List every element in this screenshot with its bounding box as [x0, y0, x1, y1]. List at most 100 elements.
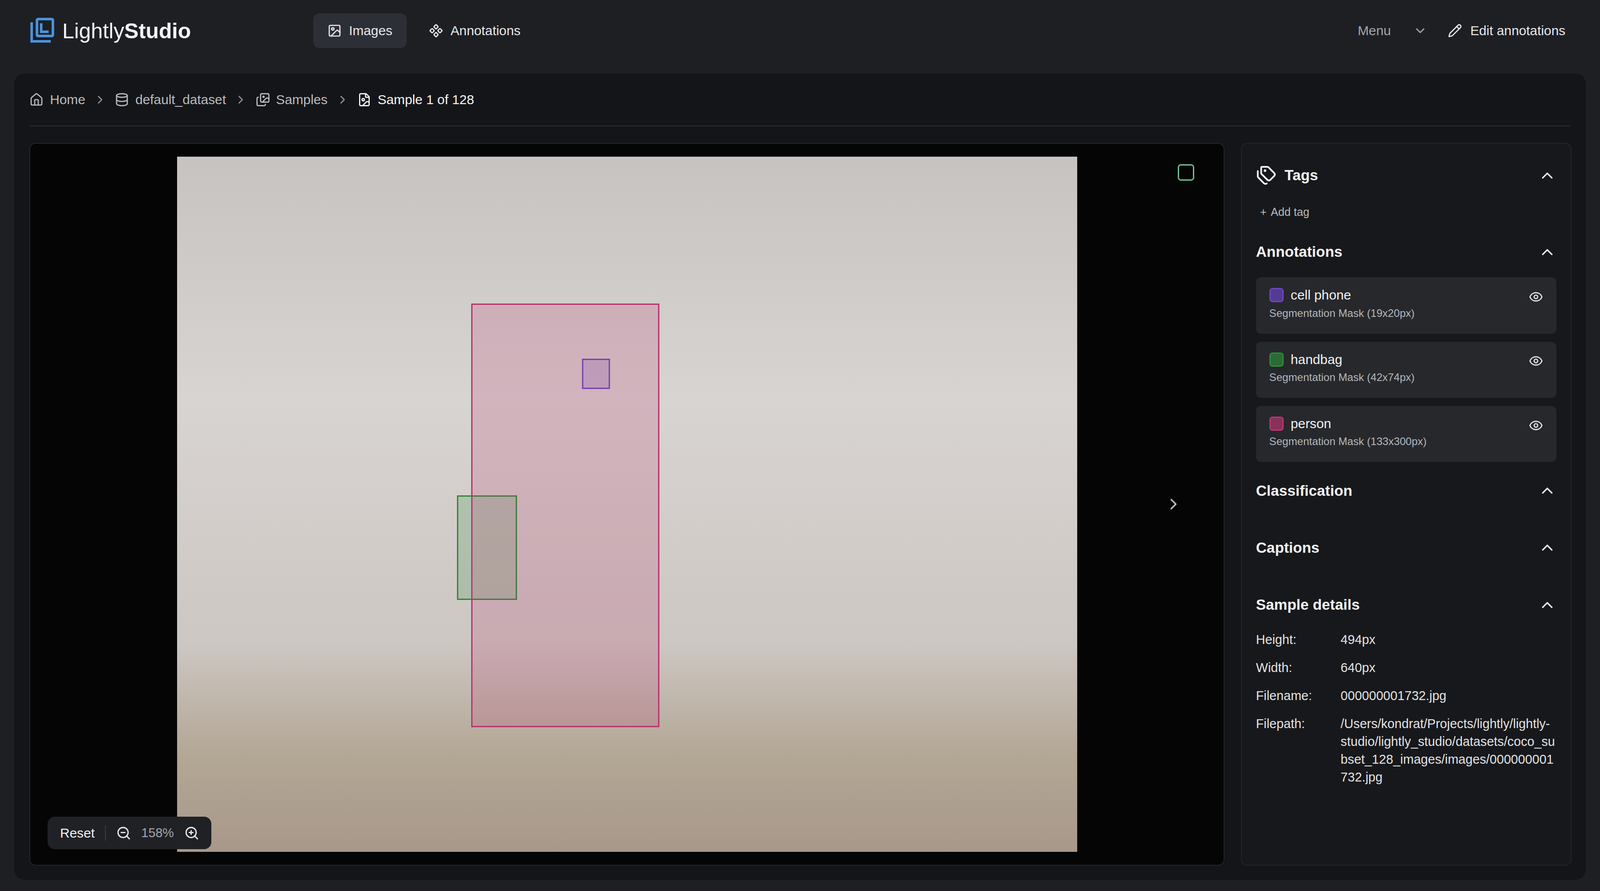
detail-label: Filepath:: [1256, 714, 1341, 786]
annotation-subtitle: Segmentation Mask (42x74px): [1269, 371, 1521, 384]
zoom-in-icon: [184, 825, 200, 841]
chevron-right-icon: [335, 92, 350, 107]
app: LightlyStudio Images Annotations Menu Edit a…: [0, 0, 1600, 891]
annotation-box[interactable]: [471, 303, 660, 728]
reset-button[interactable]: Reset: [60, 825, 106, 841]
breadcrumb-label: Home: [49, 92, 85, 108]
breadcrumb-item: Sample 1 of 128: [357, 92, 475, 108]
top-bar: LightlyStudio Images Annotations Menu Edit a…: [0, 0, 1600, 62]
annotation-title-row: cell phone: [1269, 287, 1521, 303]
breadcrumb-item[interactable]: Samples: [255, 92, 328, 108]
edit-annotations-label: Edit annotations: [1470, 23, 1566, 39]
annotation-title-row: handbag: [1269, 351, 1521, 368]
visibility-toggle[interactable]: [1528, 416, 1544, 433]
nav-tab-label: Annotations: [450, 23, 521, 39]
chevron-up-icon: [1538, 538, 1557, 557]
annotation-swatch: [1269, 416, 1284, 431]
edit-annotations-button[interactable]: Edit annotations: [1437, 16, 1576, 45]
detail-label: Filename:: [1256, 686, 1341, 705]
image-viewer[interactable]: Reset 158%: [29, 142, 1225, 866]
detail-value: 000000001732.jpg: [1340, 686, 1557, 705]
breadcrumb: Home default_dataset Samples Sample 1 of 12…: [29, 73, 1571, 127]
detail-label: Height:: [1256, 630, 1341, 649]
main-nav: Images Annotations: [313, 13, 535, 49]
detail-value: 640px: [1340, 658, 1557, 677]
content: Reset 158% Tags +Add tag Annotations cell pho…: [14, 126, 1586, 880]
breadcrumb-icon: [357, 92, 372, 107]
sample-details-section: Sample detailsHeight:494pxWidth:640pxFil…: [1256, 592, 1557, 786]
nav-tab[interactable]: Annotations: [414, 13, 535, 49]
annotation-swatch: [1269, 287, 1284, 303]
select-checkbox[interactable]: [1177, 164, 1195, 181]
detail-value: /Users/kondrat/Projects/lightly/lightly-…: [1340, 714, 1557, 786]
breadcrumb-icon: [255, 92, 271, 107]
annotation-card[interactable]: person Segmentation Mask (133x300px): [1256, 405, 1557, 462]
annotation-label: handbag: [1290, 351, 1343, 368]
sample-details-section-header[interactable]: Sample details: [1256, 592, 1557, 618]
chevron-up-icon: [1538, 166, 1557, 185]
logo-text-bold: Studio: [124, 18, 191, 43]
classification-section: Classification: [1256, 478, 1557, 520]
annotation-title-row: person: [1269, 416, 1521, 432]
chevron-down-icon: [1413, 23, 1428, 38]
section-title: Tags: [1284, 166, 1530, 184]
annotation-label: person: [1290, 416, 1332, 432]
annotation-body: handbag Segmentation Mask (42x74px): [1269, 351, 1521, 384]
tags-section-header[interactable]: Tags: [1256, 163, 1557, 188]
tags-section: Tags +Add tag: [1256, 163, 1557, 224]
annotations-section-header[interactable]: Annotations: [1256, 239, 1557, 265]
annotations-section: Annotationscell phoneSegmentation Mask (…: [1256, 239, 1557, 463]
logo-text: LightlyStudio: [62, 18, 191, 44]
nav-tab[interactable]: Images: [313, 13, 407, 49]
zoom-in-button[interactable]: [184, 825, 200, 841]
chevron-right-icon: [93, 92, 107, 107]
sidebar: Tags+Add tagAnnotationscell phoneSegment…: [1240, 142, 1572, 866]
annotation-swatch: [1269, 352, 1284, 367]
sample-panel: Home default_dataset Samples Sample 1 of 12…: [14, 73, 1586, 880]
visibility-toggle[interactable]: [1528, 287, 1544, 304]
breadcrumb-icon: [29, 92, 44, 107]
breadcrumb-icon: [114, 92, 130, 107]
next-sample-button[interactable]: [1160, 490, 1187, 518]
annotation-card[interactable]: cell phoneSegmentation Mask (19x20px): [1256, 277, 1557, 334]
zoom-level: 158%: [141, 825, 174, 841]
section-title: Captions: [1256, 539, 1531, 557]
pencil-icon: [1447, 23, 1463, 38]
logo[interactable]: LightlyStudio: [28, 16, 314, 45]
annotation-card[interactable]: handbag Segmentation Mask (42x74px): [1256, 341, 1557, 398]
lightly-logo-icon: [28, 16, 57, 45]
chevron-right-icon: [234, 92, 248, 107]
menu-button[interactable]: Menu: [1347, 16, 1439, 45]
nav-tab-label: Images: [348, 23, 393, 39]
captions-section: Captions: [1256, 535, 1557, 577]
breadcrumb-label: Samples: [275, 92, 328, 108]
section-title: Classification: [1256, 482, 1531, 500]
plus-icon: +: [1260, 205, 1267, 219]
breadcrumb-item[interactable]: default_dataset: [114, 92, 227, 108]
annotation-body: person Segmentation Mask (133x300px): [1269, 416, 1521, 448]
annotation-subtitle: Segmentation Mask (133x300px): [1269, 435, 1521, 448]
chevron-right-icon: [1164, 494, 1183, 514]
annotation-list: cell phoneSegmentation Mask (19x20px) han…: [1256, 277, 1557, 462]
eye-icon: [1528, 353, 1544, 368]
add-tag-button[interactable]: +Add tag: [1256, 200, 1557, 224]
sample-image: [177, 156, 1078, 852]
zoom-bar: Reset 158%: [47, 816, 212, 849]
tags-icon: [1256, 165, 1277, 186]
eye-icon: [1528, 289, 1544, 304]
add-tag-label: Add tag: [1270, 205, 1310, 219]
chevron-up-icon: [1538, 595, 1557, 615]
detail-value: 494px: [1340, 630, 1557, 649]
zoom-out-icon: [116, 825, 132, 841]
main: Home default_dataset Samples Sample 1 of 12…: [0, 61, 1600, 891]
eye-icon: [1528, 418, 1544, 433]
image-icon: [327, 23, 342, 38]
captions-section-header[interactable]: Captions: [1256, 535, 1557, 560]
visibility-toggle[interactable]: [1528, 351, 1544, 369]
sample-details: Height:494pxWidth:640pxFilename:00000000…: [1256, 630, 1557, 786]
annotation-body: cell phoneSegmentation Mask (19x20px): [1269, 287, 1521, 320]
breadcrumb-item[interactable]: Home: [29, 92, 85, 108]
chevron-up-icon: [1538, 242, 1557, 262]
classification-section-header[interactable]: Classification: [1256, 478, 1557, 503]
zoom-out-button[interactable]: [116, 825, 132, 841]
